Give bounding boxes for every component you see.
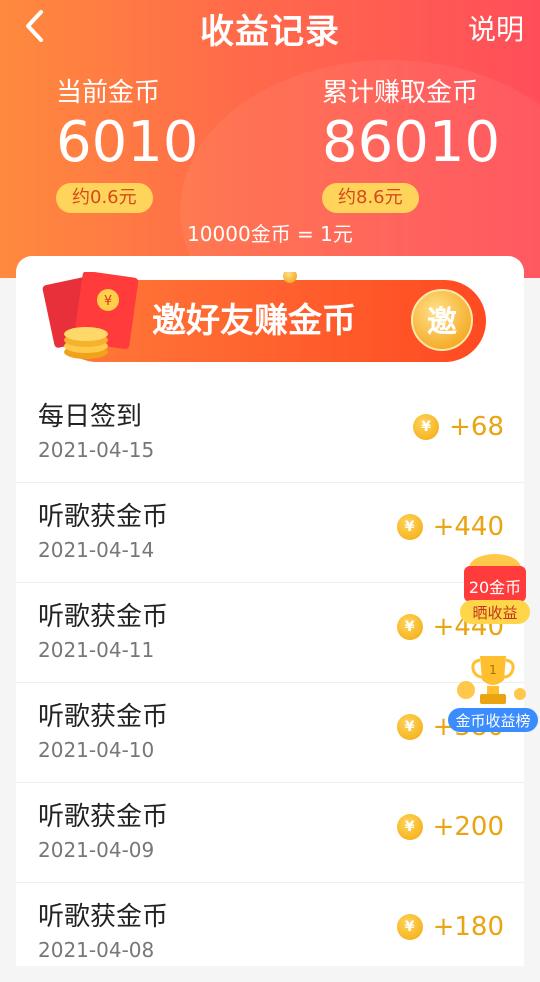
invite-banner-text: 邀好友赚金币	[152, 301, 356, 341]
invite-banner[interactable]: ¥ 邀好友赚金币 邀	[38, 269, 488, 368]
record-amount: ¥ +68	[413, 412, 504, 442]
record-date: 2021-04-10	[38, 738, 155, 762]
exchange-rate: 10000金币 = 1元	[187, 222, 353, 246]
coin-stack-icon	[64, 327, 108, 359]
coin-icon: ¥	[396, 614, 423, 640]
record-date: 2021-04-08	[38, 938, 155, 962]
current-coins-label: 当前金币	[56, 78, 161, 108]
record-title: 听歌获金币	[38, 602, 169, 632]
coin-ranking-float-button[interactable]: 1 金币收益榜	[446, 650, 540, 734]
list-item: 听歌获金币 2021-04-14 ¥ +440	[16, 482, 524, 583]
record-amount-value: +200	[432, 812, 504, 842]
record-amount: ¥ +200	[396, 812, 504, 842]
list-item: 听歌获金币 2021-04-08 ¥ +180	[16, 882, 524, 982]
record-date: 2021-04-15	[38, 438, 155, 462]
total-coins: 累计赚取金币 86010 约8.6元	[322, 72, 500, 213]
share-earnings-coins: 20金币	[469, 578, 521, 597]
record-amount-value: +180	[432, 912, 504, 942]
record-date: 2021-04-14	[38, 538, 155, 562]
invite-banner-art: ¥ 邀好友赚金币 邀	[42, 269, 486, 362]
coin-icon: ¥	[396, 714, 423, 740]
coin-ranking-label: 金币收益榜	[455, 712, 530, 730]
help-button[interactable]: 说明	[468, 8, 524, 48]
trophy-rank: 1	[489, 663, 497, 677]
record-title: 听歌获金币	[38, 702, 169, 732]
share-earnings-icon: 20金币 晒收益	[460, 554, 530, 624]
current-coins: 当前金币 6010 约0.6元	[56, 72, 199, 213]
coin-icon: ¥	[396, 814, 423, 840]
trophy-icon: 1 金币收益榜	[448, 656, 538, 732]
total-coins-approx: 约8.6元	[322, 183, 419, 213]
list-item: 每日签到 2021-04-15 ¥ +68	[16, 382, 524, 483]
header: 收益记录 说明 当前金币 6010 约0.6元 累计赚取金币 86010 约8.…	[0, 0, 540, 278]
total-coins-label: 累计赚取金币	[322, 78, 479, 108]
list-item: 听歌获金币 2021-04-09 ¥ +200	[16, 782, 524, 883]
share-earnings-label: 晒收益	[472, 604, 517, 622]
current-coins-value: 6010	[56, 110, 199, 175]
record-title: 听歌获金币	[38, 802, 169, 832]
record-amount-value: +440	[432, 512, 504, 542]
svg-text:¥: ¥	[104, 294, 112, 309]
record-date: 2021-04-09	[38, 838, 155, 862]
coin-icon: ¥	[396, 914, 423, 940]
share-earnings-float-button[interactable]: 20金币 晒收益	[458, 552, 532, 630]
invite-badge-text: 邀	[427, 305, 457, 340]
current-coins-approx: 约0.6元	[56, 183, 153, 213]
coin-icon: ¥	[396, 514, 423, 540]
coin-icon: ¥	[413, 414, 440, 440]
record-amount: ¥ +440	[396, 512, 504, 542]
record-title: 听歌获金币	[38, 502, 169, 532]
total-coins-value: 86010	[322, 110, 501, 175]
record-date: 2021-04-11	[38, 638, 155, 662]
record-title: 听歌获金币	[38, 902, 169, 932]
record-amount: ¥ +180	[396, 912, 504, 942]
page-title: 收益记录	[200, 12, 340, 52]
record-amount-value: +68	[449, 412, 504, 442]
record-title: 每日签到	[38, 402, 143, 432]
